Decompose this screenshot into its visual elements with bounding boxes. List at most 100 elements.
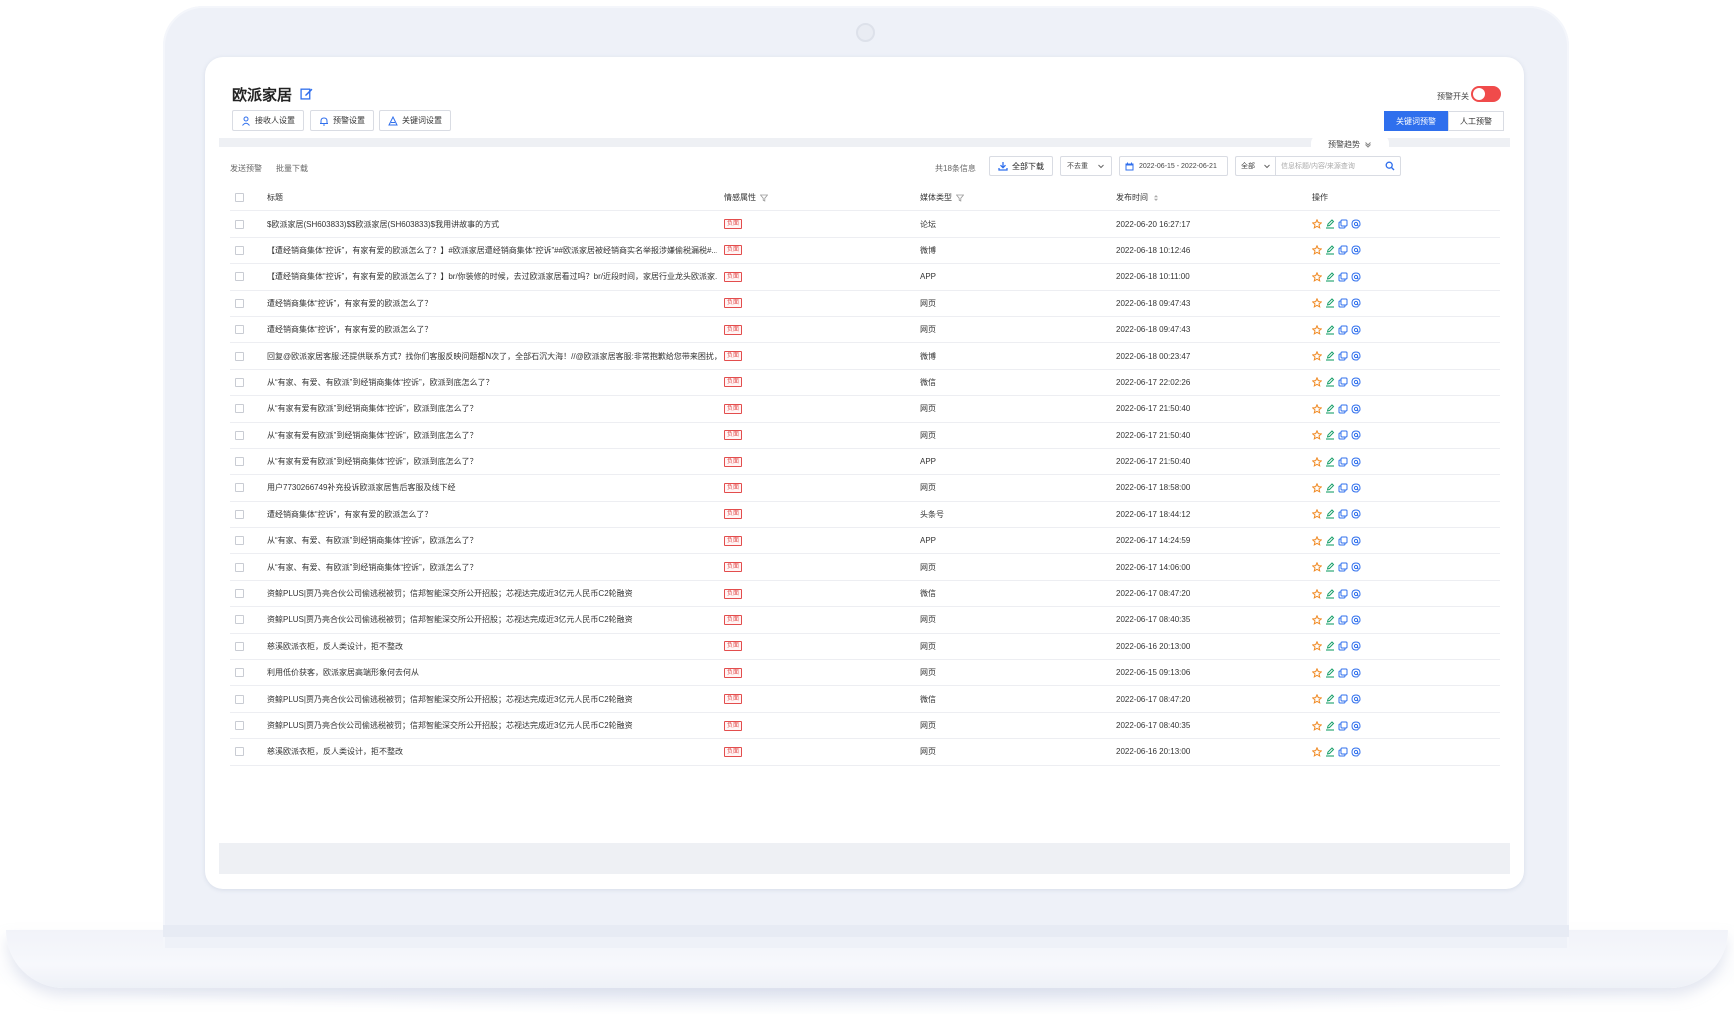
manual-alert-tab[interactable]: 人工预警 [1448,111,1504,131]
at-icon[interactable] [1351,325,1361,335]
copy-icon[interactable] [1338,430,1348,440]
edit-report-icon[interactable] [1325,694,1335,704]
row-title-link[interactable]: 遭经销商集体“控诉”，有家有爱的欧派怎么了？ [267,291,717,316]
table-row[interactable]: 从“有家、有爱、有欧派”到经销商集体“控诉”，欧派到底怎么了？ 负面 微信 2022-… [230,370,1500,397]
row-title-link[interactable]: 【遭经销商集体“控诉”，有家有爱的欧派怎么了？】br/你装修的时候，去过欧派家居… [267,264,717,289]
copy-icon[interactable] [1338,325,1348,335]
edit-report-icon[interactable] [1325,536,1335,546]
star-icon[interactable] [1312,561,1323,573]
table-row[interactable]: 从“有家、有爱、有欧派”到经销商集体“控诉”，欧派怎么了？ 负面 网页 2022-06… [230,554,1500,581]
copy-icon[interactable] [1338,245,1348,255]
edit-report-icon[interactable] [1325,615,1335,625]
table-row[interactable]: 遭经销商集体“控诉”，有家有爱的欧派怎么了？ 负面 网页 2022-06-18 09:… [230,291,1500,317]
copy-icon[interactable] [1338,641,1348,651]
table-row[interactable]: 遭经销商集体“控诉”，有家有爱的欧派怎么了？ 负面 网页 2022-06-18 09:… [230,317,1500,344]
edit-report-icon[interactable] [1325,720,1335,731]
copy-icon[interactable] [1338,404,1348,414]
row-title-link[interactable]: 资鲸PLUS|贾乃亮合伙公司偷逃税被罚；信邦智能深交所公开招股；芯视达完成近3亿… [267,686,717,711]
star-icon[interactable] [1312,324,1323,335]
at-icon[interactable] [1351,404,1361,414]
star-icon[interactable] [1312,403,1323,414]
edit-report-icon[interactable] [1325,483,1335,493]
download-all-button[interactable]: 全部下载 [989,156,1053,176]
copy-icon[interactable] [1338,509,1348,519]
row-title-link[interactable]: 从“有家有爱有欧派”到经销商集体“控诉”，欧派到底怎么了？ [267,449,717,474]
recipients-settings-button[interactable]: 接收人设置 [232,110,304,131]
edit-report-icon[interactable] [1325,351,1335,361]
select-all-checkbox[interactable] [235,193,244,203]
at-icon[interactable] [1351,509,1361,519]
table-row[interactable]: 资鲸PLUS|贾乃亮合伙公司偷逃税被罚；信邦智能深交所公开招股；芯视达完成近3亿… [230,713,1500,740]
row-checkbox[interactable] [235,589,244,599]
row-checkbox[interactable] [235,404,244,414]
copy-icon[interactable] [1338,377,1348,387]
star-icon[interactable] [1312,720,1323,731]
row-checkbox[interactable] [235,536,244,546]
star-icon[interactable] [1312,456,1323,467]
copy-icon[interactable] [1338,219,1348,229]
at-icon[interactable] [1351,298,1361,308]
row-checkbox[interactable] [235,694,244,704]
edit-report-icon[interactable] [1325,404,1335,414]
table-row[interactable]: 回复@欧派家居客服:还提供联系方式？找你们客服反映问题都N次了，全部石沉大海！/… [230,343,1500,370]
copy-icon[interactable] [1338,457,1348,467]
at-icon[interactable] [1351,694,1361,704]
table-row[interactable]: 遭经销商集体“控诉”，有家有爱的欧派怎么了？ 负面 头条号 2022-06-17 18… [230,502,1500,529]
row-title-link[interactable]: 遭经销商集体“控诉”，有家有爱的欧派怎么了？ [267,317,717,342]
star-icon[interactable] [1312,218,1323,230]
edit-report-icon[interactable] [1325,298,1335,308]
row-title-link[interactable]: 从“有家、有爱、有欧派”到经销商集体“控诉”，欧派怎么了？ [267,554,717,579]
date-range-picker[interactable]: 2022-06-15 - 2022-06-21 [1119,156,1228,176]
row-title-link[interactable]: 从“有家有爱有欧派”到经销商集体“控诉”，欧派到底怎么了？ [267,423,717,448]
table-row[interactable]: 【遭经销商集体“控诉”，有家有爱的欧派怎么了？】br/你装修的时候，去过欧派家居… [230,264,1500,291]
edit-report-icon[interactable] [1325,588,1335,599]
at-icon[interactable] [1351,377,1361,387]
at-icon[interactable] [1351,668,1361,678]
table-row[interactable]: 慈溪欧派衣柜，反人类设计，拒不整改 负面 网页 2022-06-16 20:13:00 [230,634,1500,661]
at-icon[interactable] [1351,430,1361,440]
copy-icon[interactable] [1338,589,1348,599]
at-icon[interactable] [1351,720,1361,731]
edit-report-icon[interactable] [1325,509,1335,519]
dedupe-select[interactable]: 不去重 [1060,156,1112,176]
copy-icon[interactable] [1338,272,1348,282]
filter-icon[interactable] [760,194,768,202]
row-title-link[interactable]: 【遭经销商集体“控诉”，有家有爱的欧派怎么了？】#欧派家居遭经销商集体“控诉”#… [267,238,717,263]
row-checkbox[interactable] [235,325,244,335]
star-icon[interactable] [1312,693,1323,705]
row-title-link[interactable]: 从“有家、有爱、有欧派”到经销商集体“控诉”，欧派到底怎么了？ [267,370,717,395]
at-icon[interactable] [1351,747,1361,757]
at-icon[interactable] [1351,219,1361,229]
table-row[interactable]: $欧派家居(SH603833)$$欧派家居(SH603833)$我用讲故事的方式… [230,211,1500,238]
at-icon[interactable] [1351,483,1361,493]
star-icon[interactable] [1312,508,1323,520]
edit-report-icon[interactable] [1325,641,1335,651]
row-title-link[interactable]: 资鲸PLUS|贾乃亮合伙公司偷逃税被罚；信邦智能深交所公开招股；芯视达完成近3亿… [267,713,717,738]
search-icon[interactable] [1385,161,1395,171]
copy-icon[interactable] [1338,562,1348,572]
filter-icon[interactable] [956,194,964,202]
edit-icon[interactable] [300,87,313,100]
row-checkbox[interactable] [235,377,244,387]
row-title-link[interactable]: 利用低价获客，欧派家居高端形象何去何从 [267,660,717,685]
search-input[interactable]: 信息标题/内容/来源查询 [1275,156,1401,176]
star-icon[interactable] [1312,482,1323,493]
at-icon[interactable] [1351,245,1361,255]
table-row[interactable]: 从“有家有爱有欧派”到经销商集体“控诉”，欧派到底怎么了？ 负面 网页 2022-06… [230,423,1500,449]
row-title-link[interactable]: 资鲸PLUS|贾乃亮合伙公司偷逃税被罚；信邦智能深交所公开招股；芯视达完成近3亿… [267,581,717,606]
keyword-settings-button[interactable]: 关键词设置 [379,110,451,131]
keyword-alert-tab[interactable]: 关键词预警 [1384,111,1448,131]
edit-report-icon[interactable] [1325,668,1335,678]
star-icon[interactable] [1312,245,1323,256]
table-row[interactable]: 资鲸PLUS|贾乃亮合伙公司偷逃税被罚；信邦智能深交所公开招股；芯视达完成近3亿… [230,607,1500,634]
star-icon[interactable] [1312,297,1323,309]
row-title-link[interactable]: 慈溪欧派衣柜，反人类设计，拒不整改 [267,739,717,764]
edit-report-icon[interactable] [1325,747,1335,757]
row-title-link[interactable]: $欧派家居(SH603833)$$欧派家居(SH603833)$我用讲故事的方式 [267,211,717,236]
copy-icon[interactable] [1338,694,1348,704]
row-checkbox[interactable] [235,509,244,519]
row-checkbox[interactable] [235,483,244,493]
row-checkbox[interactable] [235,430,244,440]
alert-settings-button[interactable]: 预警设置 [310,110,374,131]
row-checkbox[interactable] [235,615,244,625]
